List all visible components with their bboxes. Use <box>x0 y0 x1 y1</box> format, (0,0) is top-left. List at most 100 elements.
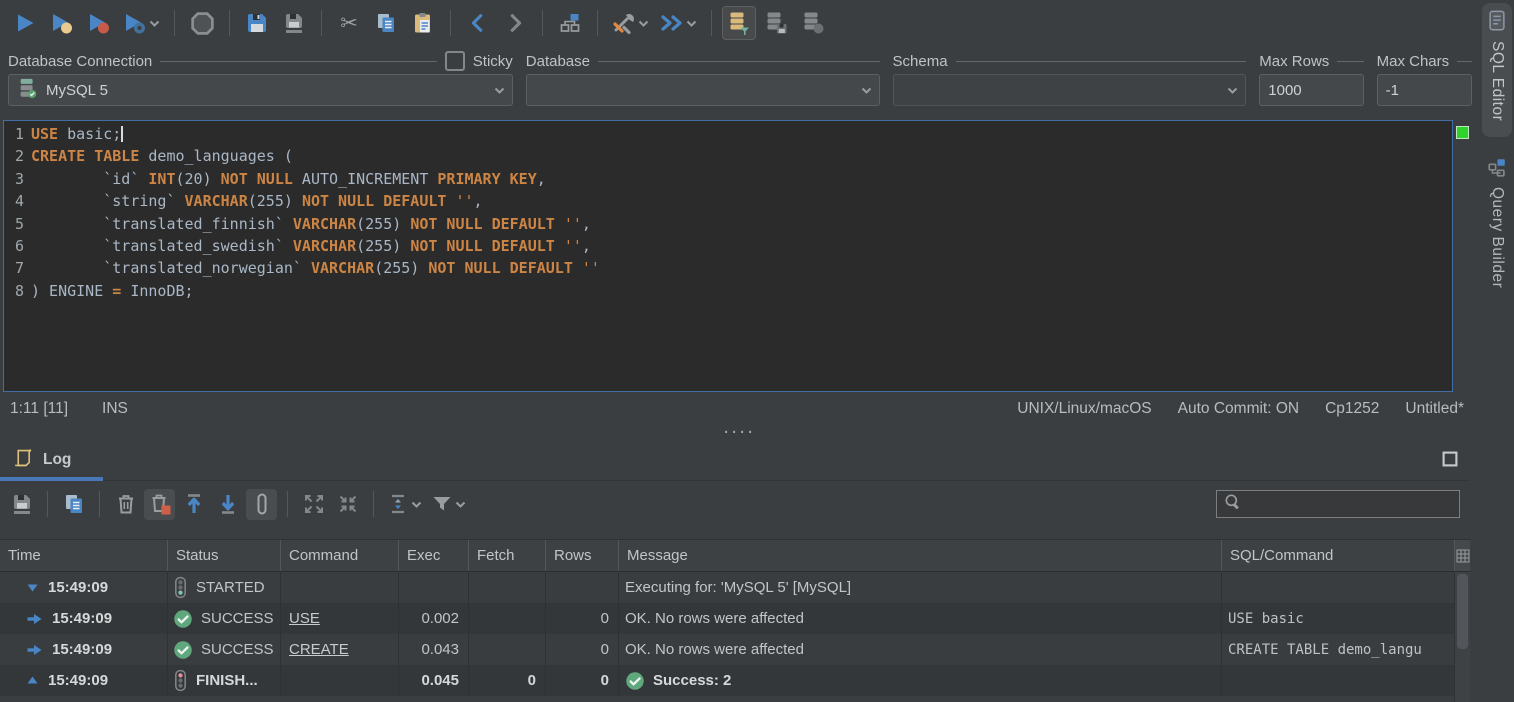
column-header-rows[interactable]: Rows <box>546 540 619 571</box>
column-header-status[interactable]: Status <box>168 540 281 571</box>
scrollbar-thumb[interactable] <box>1457 574 1468 649</box>
file-name: Untitled* <box>1405 400 1464 418</box>
execute-settings-dropdown-chevron-icon[interactable] <box>148 12 161 34</box>
redirect-output-button[interactable] <box>656 6 701 40</box>
collapse-all-button[interactable] <box>332 489 363 520</box>
main-column: ✂ Database Connection Sticky MySQL 5 Dat… <box>0 0 1480 702</box>
editor-status-bar: 1:11 [11] INS UNIX/Linux/macOS Auto Comm… <box>0 392 1480 426</box>
max-chars-group: Max Chars <box>1377 48 1472 120</box>
tab-sql-editor[interactable]: SQL Editor <box>1482 3 1512 137</box>
row-time: 15:49:09 <box>52 610 112 627</box>
exec-time: 0.002 <box>399 603 469 634</box>
column-header-time[interactable]: Time <box>0 540 168 571</box>
cut-button[interactable]: ✂ <box>332 6 366 40</box>
row-height-dropdown-chevron-icon[interactable] <box>410 493 423 515</box>
scroll-lock-button[interactable] <box>246 489 277 520</box>
tab-query-builder[interactable]: Query Builder <box>1482 151 1512 288</box>
code-line[interactable]: 5 `translated_finnish` VARCHAR(255) NOT … <box>4 213 1452 235</box>
explain-plan-button[interactable] <box>553 6 587 40</box>
arrow-right-icon[interactable] <box>26 612 43 626</box>
execute-button[interactable] <box>8 6 42 40</box>
expander-down-icon[interactable] <box>26 581 39 594</box>
commit-mode-button[interactable] <box>722 6 756 40</box>
filter-button[interactable] <box>428 489 469 520</box>
stop-button[interactable] <box>185 6 219 40</box>
row-height-button[interactable] <box>384 489 425 520</box>
sticky-checkbox[interactable] <box>445 51 465 71</box>
row-sql-command <box>1222 572 1455 603</box>
log-row[interactable]: 15:49:09SUCCESSCREATE0.0430OK. No rows w… <box>0 634 1470 665</box>
scroll-to-bottom-button[interactable] <box>212 489 243 520</box>
tab-log[interactable]: Log <box>0 440 93 480</box>
save-log-button[interactable] <box>6 489 37 520</box>
chevron-down-icon[interactable] <box>493 79 506 101</box>
log-search-box[interactable] <box>1216 490 1460 518</box>
command-link[interactable]: USE <box>287 610 320 627</box>
maximize-panel-button[interactable] <box>1442 451 1458 467</box>
divider <box>1337 61 1363 62</box>
scroll-to-top-button[interactable] <box>178 489 209 520</box>
filter-dropdown-chevron-icon[interactable] <box>454 493 467 515</box>
log-panel: Log TimeStatusCommandExecFetchRowsMessag… <box>0 440 1470 702</box>
tools-dropdown-chevron-icon[interactable] <box>637 12 650 34</box>
code-line[interactable]: 2CREATE TABLE demo_languages ( <box>4 145 1452 167</box>
arrow-right-icon[interactable] <box>26 643 43 657</box>
forward-button[interactable] <box>498 6 532 40</box>
row-message: OK. No rows were affected <box>619 634 1222 665</box>
redirect-output-dropdown-chevron-icon[interactable] <box>685 12 698 34</box>
tools-button[interactable] <box>608 6 653 40</box>
column-header-exec[interactable]: Exec <box>399 540 469 571</box>
column-header-command[interactable]: Command <box>281 540 399 571</box>
copy-button[interactable] <box>369 6 403 40</box>
row-message: OK. No rows were affected <box>619 603 1222 634</box>
schema-select[interactable] <box>893 74 1247 106</box>
chevron-down-icon[interactable] <box>1226 79 1239 101</box>
expander-up-icon[interactable] <box>26 674 39 687</box>
code-line[interactable]: 1USE basic; <box>4 123 1452 145</box>
max-rows-input[interactable] <box>1268 82 1356 99</box>
database-select[interactable] <box>526 74 880 106</box>
column-header-sql-command[interactable]: SQL/Command <box>1222 540 1455 571</box>
code-line[interactable]: 8) ENGINE = InnoDB; <box>4 280 1452 302</box>
line-number: 1 <box>4 123 24 145</box>
code-line[interactable]: 3 `id` INT(20) NOT NULL AUTO_INCREMENT P… <box>4 168 1452 190</box>
table-options-grid-icon[interactable] <box>1455 540 1470 571</box>
execute-current-button[interactable] <box>82 6 116 40</box>
play-gear-icon <box>122 11 148 35</box>
code-line[interactable]: 7 `translated_norwegian` VARCHAR(255) NO… <box>4 257 1452 279</box>
save-button[interactable] <box>240 6 274 40</box>
expand-all-button[interactable] <box>298 489 329 520</box>
max-chars-input[interactable] <box>1386 82 1465 99</box>
chevron-down-icon[interactable] <box>860 79 873 101</box>
max-rows-label: Max Rows <box>1259 53 1329 70</box>
save-to-db-button[interactable] <box>759 6 793 40</box>
log-row[interactable]: 15:49:09FINISH...0.04500Success: 2 <box>0 665 1470 696</box>
column-header-fetch[interactable]: Fetch <box>469 540 546 571</box>
log-search-input[interactable] <box>1247 495 1453 513</box>
check-icon <box>625 671 645 691</box>
code-line[interactable]: 6 `translated_swedish` VARCHAR(255) NOT … <box>4 235 1452 257</box>
execute-named-button[interactable] <box>45 6 79 40</box>
vertical-scrollbar[interactable] <box>1454 572 1470 702</box>
sql-editor-window: ✂ Database Connection Sticky MySQL 5 Dat… <box>0 0 1514 702</box>
clear-log-button[interactable] <box>110 489 141 520</box>
execute-settings-button[interactable] <box>119 6 164 40</box>
log-row[interactable]: 15:49:09SUCCESSUSE0.0020OK. No rows were… <box>0 603 1470 634</box>
annotation-marker[interactable] <box>1456 126 1469 139</box>
code-line[interactable]: 4 `string` VARCHAR(255) NOT NULL DEFAULT… <box>4 190 1452 212</box>
log-row[interactable]: 15:49:09STARTEDExecuting for: 'MySQL 5' … <box>0 572 1470 603</box>
column-header-message[interactable]: Message <box>619 540 1222 571</box>
back-button[interactable] <box>461 6 495 40</box>
play-red-icon <box>86 11 112 35</box>
db-status-button[interactable] <box>796 6 830 40</box>
save-as-button[interactable] <box>277 6 311 40</box>
toolbar-separator <box>174 10 175 36</box>
copy-log-button[interactable] <box>58 489 89 520</box>
paste-button[interactable] <box>406 6 440 40</box>
clear-on-execute-button[interactable] <box>144 489 175 520</box>
sql-editor-textarea[interactable]: 1USE basic;2CREATE TABLE demo_languages … <box>3 120 1453 392</box>
connection-select[interactable]: MySQL 5 <box>8 74 513 106</box>
tab-label: SQL Editor <box>1488 41 1506 121</box>
splitter-handle[interactable]: ···· <box>0 426 1480 440</box>
command-link[interactable]: CREATE <box>287 641 349 658</box>
